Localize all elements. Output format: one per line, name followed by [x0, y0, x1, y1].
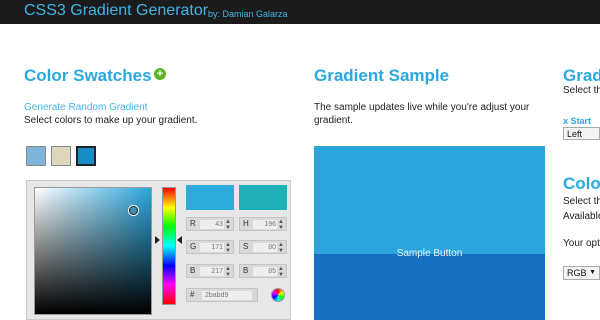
- blue-field[interactable]: B 217 ▲ ▼: [186, 264, 234, 278]
- hex-field[interactable]: # 2babd9: [186, 288, 258, 302]
- color-wheel-icon[interactable]: [271, 288, 285, 302]
- author-byline: by: Damian Galarza: [208, 9, 288, 19]
- gradient-sample-area: Sample Button: [314, 146, 545, 320]
- spinner-icon[interactable]: ▲ ▼: [278, 219, 284, 231]
- hue-slider[interactable]: [162, 187, 176, 305]
- spinner-icon[interactable]: ▲ ▼: [278, 242, 284, 254]
- app-title: CSS3 Gradient Generator: [24, 2, 209, 19]
- x-start-label: x Start: [563, 116, 592, 126]
- color-format-text: Select th: [563, 196, 600, 207]
- color-swatches-title: Color Swatches: [24, 66, 152, 85]
- top-bar: CSS3 Gradient Generator by: Damian Galar…: [0, 0, 600, 24]
- new-color-preview: [186, 185, 234, 210]
- spinner-icon[interactable]: ▲ ▼: [225, 242, 231, 254]
- sample-button[interactable]: Sample Button: [314, 248, 545, 259]
- original-color-preview[interactable]: [239, 185, 287, 210]
- hue-value[interactable]: 196: [253, 220, 277, 229]
- hue-field[interactable]: H 196 ▲ ▼: [239, 217, 287, 231]
- hue-arrow-left-icon: [155, 236, 160, 244]
- saturation-field[interactable]: S 80 ▲ ▼: [239, 240, 287, 254]
- sample-description-line2: gradient.: [314, 115, 353, 126]
- swatch-2[interactable]: [51, 146, 71, 166]
- your-options-text: Your opt: [563, 238, 600, 249]
- swatch-1[interactable]: [26, 146, 46, 166]
- generate-random-gradient-link[interactable]: Generate Random Gradient: [24, 102, 147, 113]
- color-format-select[interactable]: RGB ▼: [563, 266, 600, 280]
- swatch-3-selected[interactable]: [76, 146, 96, 166]
- swatches-instruction: Select colors to make up your gradient.: [24, 115, 198, 126]
- color-picker: R 43 ▲ ▼ G 171 ▲ ▼ B 217 ▲ ▼ H 196 ▲ ▼ S 80 …: [26, 180, 291, 320]
- blue-value[interactable]: 217: [200, 267, 224, 276]
- available-text: Available: [563, 211, 600, 222]
- saturation-value[interactable]: 80: [253, 243, 277, 252]
- green-field[interactable]: G 171 ▲ ▼: [186, 240, 234, 254]
- green-value[interactable]: 171: [200, 243, 224, 252]
- red-field[interactable]: R 43 ▲ ▼: [186, 217, 234, 231]
- gradient-sample-title: Gradient Sample: [314, 66, 450, 85]
- brightness-field[interactable]: B 85 ▲ ▼: [239, 264, 287, 278]
- chevron-down-icon: ▼: [589, 269, 596, 276]
- saturation-value-area[interactable]: [34, 187, 152, 315]
- red-value[interactable]: 43: [200, 220, 224, 229]
- brightness-value[interactable]: 85: [253, 267, 277, 276]
- spinner-icon[interactable]: ▲ ▼: [225, 266, 231, 278]
- spinner-icon[interactable]: ▲ ▼: [225, 219, 231, 231]
- plus-circle-icon[interactable]: +: [154, 68, 166, 80]
- gradient-options-title: Grad: [563, 66, 600, 85]
- hex-value[interactable]: 2babd9: [202, 291, 252, 300]
- spinner-icon[interactable]: ▲ ▼: [278, 266, 284, 278]
- options-text: Select th: [563, 85, 600, 96]
- hue-arrow-right-icon: [177, 236, 182, 244]
- color-format-title: Colo: [563, 174, 600, 193]
- sample-description-line1: The sample updates live while you're adj…: [314, 102, 530, 113]
- x-start-select[interactable]: Left: [563, 127, 600, 140]
- saturation-handle[interactable]: [129, 206, 138, 215]
